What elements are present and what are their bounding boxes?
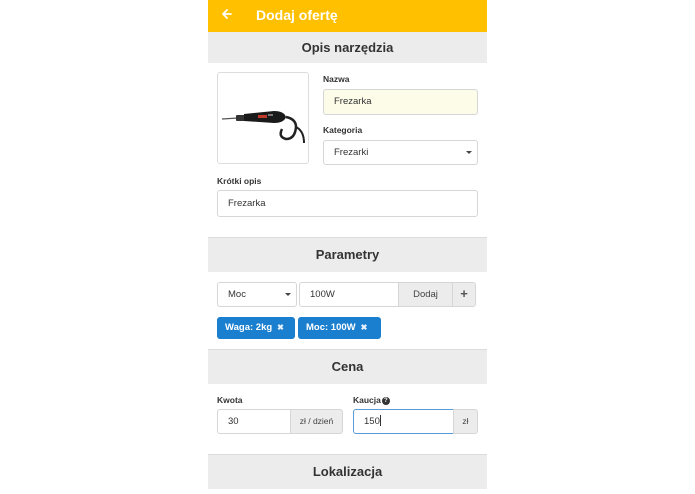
- add-offer-screen: Dodaj ofertę Opis narzędzia Nazwa Frezar…: [208, 0, 487, 494]
- parameter-select-value: Moc: [228, 289, 246, 300]
- name-input[interactable]: Frezarka: [323, 89, 478, 115]
- short-description-label: Krótki opis: [217, 176, 262, 186]
- parameter-tag: Waga: 2kg ✖: [217, 317, 295, 339]
- deposit-unit: zł: [453, 409, 478, 434]
- category-value: Frezarki: [334, 147, 369, 158]
- page-title: Dodaj ofertę: [256, 7, 338, 23]
- section-header-tool-description: Opis narzędzia: [208, 32, 487, 63]
- back-arrow-icon[interactable]: [221, 7, 235, 23]
- close-icon[interactable]: ✖: [361, 323, 368, 332]
- section-header-price: Cena: [208, 349, 487, 384]
- tag-label: Moc: 100W: [306, 322, 356, 333]
- tool-photo[interactable]: [217, 72, 309, 164]
- short-description-input[interactable]: Frezarka: [217, 190, 478, 217]
- chevron-down-icon: [466, 151, 472, 154]
- amount-unit: zł / dzień: [290, 409, 343, 434]
- rotary-tool-image: [221, 111, 305, 144]
- amount-label: Kwota: [217, 395, 243, 405]
- chevron-down-icon: [285, 293, 291, 296]
- deposit-label-wrap: Kaucja?: [353, 395, 390, 405]
- parameter-tag: Moc: 100W ✖: [298, 317, 381, 339]
- deposit-input[interactable]: 150: [353, 409, 454, 434]
- parameter-value-input[interactable]: 100W: [299, 282, 399, 307]
- deposit-value: 150: [364, 416, 380, 427]
- category-select[interactable]: Frezarki: [323, 140, 478, 165]
- section-header-location: Lokalizacja: [208, 454, 487, 489]
- add-parameter-button[interactable]: Dodaj: [398, 282, 453, 307]
- top-bar: Dodaj ofertę: [208, 0, 487, 32]
- question-circle-icon[interactable]: ?: [381, 397, 390, 405]
- close-icon[interactable]: ✖: [277, 323, 284, 332]
- section-header-parameters: Parametry: [208, 237, 487, 272]
- deposit-label: Kaucja: [353, 395, 381, 405]
- text-cursor: [379, 415, 381, 426]
- parameter-select[interactable]: Moc: [217, 282, 297, 307]
- category-label: Kategoria: [323, 125, 363, 135]
- tag-label: Waga: 2kg: [225, 322, 273, 333]
- plus-button[interactable]: +: [452, 282, 476, 307]
- name-label: Nazwa: [323, 74, 350, 84]
- amount-input[interactable]: 30: [217, 409, 291, 434]
